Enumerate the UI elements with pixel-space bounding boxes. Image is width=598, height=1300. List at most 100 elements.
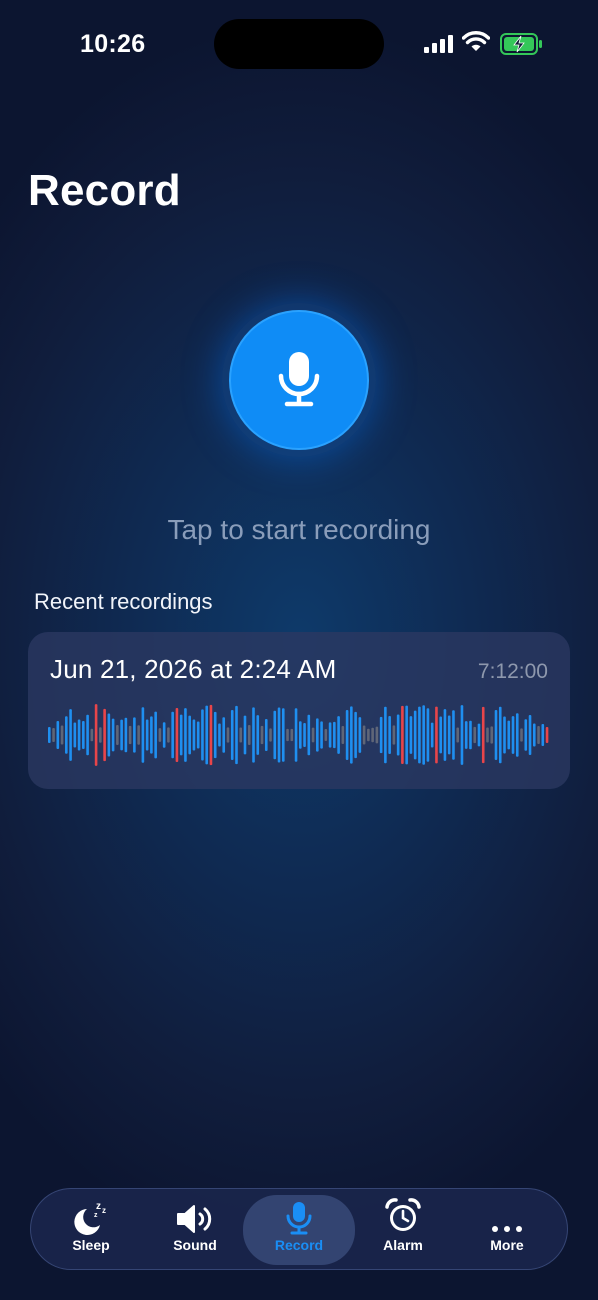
waveform-bar <box>507 720 511 750</box>
waveform-bar <box>490 726 494 744</box>
tab-sleep[interactable]: z z z Sleep <box>35 1195 147 1265</box>
waveform-bar <box>196 721 200 749</box>
moon-zzz-icon: z z z <box>74 1201 106 1235</box>
waveform-bar <box>303 723 306 747</box>
waveform-bar <box>477 723 481 747</box>
tab-label: Alarm <box>383 1237 423 1253</box>
waveform-bar <box>52 728 55 742</box>
waveform-bar <box>294 708 298 762</box>
waveform-bar <box>201 709 204 761</box>
waveform-bar <box>418 706 421 764</box>
waveform-bar <box>545 727 549 743</box>
waveform-bar <box>82 721 85 749</box>
waveform-bar <box>260 725 264 745</box>
waveform-bar <box>137 725 140 745</box>
waveform-bar <box>99 727 102 743</box>
waveform-bar <box>133 717 136 753</box>
waveform-bar <box>171 711 174 759</box>
waveform-bar <box>362 725 366 745</box>
more-dots-icon <box>492 1226 522 1232</box>
waveform-bar <box>277 707 281 763</box>
waveform-bar <box>226 727 230 743</box>
waveform-bar <box>422 705 425 765</box>
waveform-bar <box>328 722 332 748</box>
waveform-bar <box>94 704 98 766</box>
waveform-bar <box>413 710 417 760</box>
waveform-bar <box>167 727 170 743</box>
waveform-bar <box>311 727 315 743</box>
waveform-bar <box>281 708 285 762</box>
waveform-bar <box>481 706 485 764</box>
waveform-bar <box>307 714 311 756</box>
waveform-bar <box>426 708 430 762</box>
waveform-bar <box>460 705 464 765</box>
waveform-bar <box>184 708 187 762</box>
recording-card[interactable]: Jun 21, 2026 at 2:24 AM 7:12:00 <box>28 632 570 789</box>
waveform-bar <box>388 715 391 755</box>
waveform-bar <box>86 714 89 756</box>
waveform-bar <box>324 729 328 742</box>
waveform-bar <box>396 714 400 756</box>
waveform-bar <box>520 728 523 742</box>
waveform-bar <box>286 728 289 742</box>
waveform-bar <box>154 711 157 759</box>
waveform-bar <box>69 709 72 761</box>
waveform-bar <box>120 719 123 751</box>
waveform-bar <box>409 716 413 754</box>
status-time: 10:26 <box>80 30 146 58</box>
waveform-bar <box>141 707 145 763</box>
battery-charging-icon <box>500 33 542 55</box>
waveform-bar <box>473 726 477 744</box>
waveform-bar <box>192 719 196 751</box>
tab-record[interactable]: Record <box>243 1195 355 1265</box>
waveform-bar <box>73 722 77 748</box>
svg-text:z: z <box>96 1201 101 1212</box>
waveform-bar <box>515 713 519 757</box>
microphone-icon <box>286 1202 312 1235</box>
waveform-bar <box>90 728 94 742</box>
waveform-bar <box>213 711 217 759</box>
wifi-icon <box>462 31 490 51</box>
waveform-bar <box>345 709 349 761</box>
waveform-bar <box>56 721 60 749</box>
waveform-bar <box>145 719 149 751</box>
recording-duration: 7:12:00 <box>477 660 548 683</box>
waveform-bar <box>354 711 357 759</box>
waveform-bar <box>405 705 408 765</box>
waveform-bar <box>162 722 166 748</box>
page-title: Record <box>28 166 181 215</box>
waveform-bar <box>209 704 213 766</box>
tab-label: More <box>490 1237 524 1253</box>
tab-alarm[interactable]: Alarm <box>347 1195 459 1265</box>
waveform-bar <box>439 716 442 754</box>
waveform-bar <box>269 728 272 742</box>
waveform-bar <box>435 706 438 764</box>
waveform-bar <box>511 716 515 754</box>
waveform-bar <box>218 723 221 747</box>
signal-icon <box>424 35 453 53</box>
tab-more[interactable]: More <box>451 1195 563 1265</box>
waveform-bar <box>299 721 302 749</box>
waveform-bar <box>77 719 81 751</box>
waveform-bar <box>371 727 374 743</box>
waveform-bar <box>532 723 536 747</box>
record-button[interactable] <box>229 310 369 450</box>
waveform-bar <box>235 705 238 765</box>
waveform-bar <box>320 721 323 749</box>
waveform-bar <box>401 705 404 765</box>
waveform-bar <box>230 709 234 761</box>
waveform-bar <box>107 713 111 757</box>
waveform-bar <box>179 714 183 756</box>
waveform-bar <box>541 724 545 746</box>
waveform-bar <box>337 716 340 754</box>
alarm-clock-icon <box>385 1198 421 1231</box>
tab-sound[interactable]: Sound <box>139 1195 251 1265</box>
waveform-bar <box>150 716 153 754</box>
waveform-bar <box>48 727 51 743</box>
waveform-bar <box>124 717 128 753</box>
waveform-bar <box>188 715 191 755</box>
tab-label: Record <box>274 1237 324 1253</box>
speaker-icon <box>177 1205 212 1233</box>
waveform-bar <box>290 728 294 742</box>
waveform-bar <box>430 722 434 748</box>
